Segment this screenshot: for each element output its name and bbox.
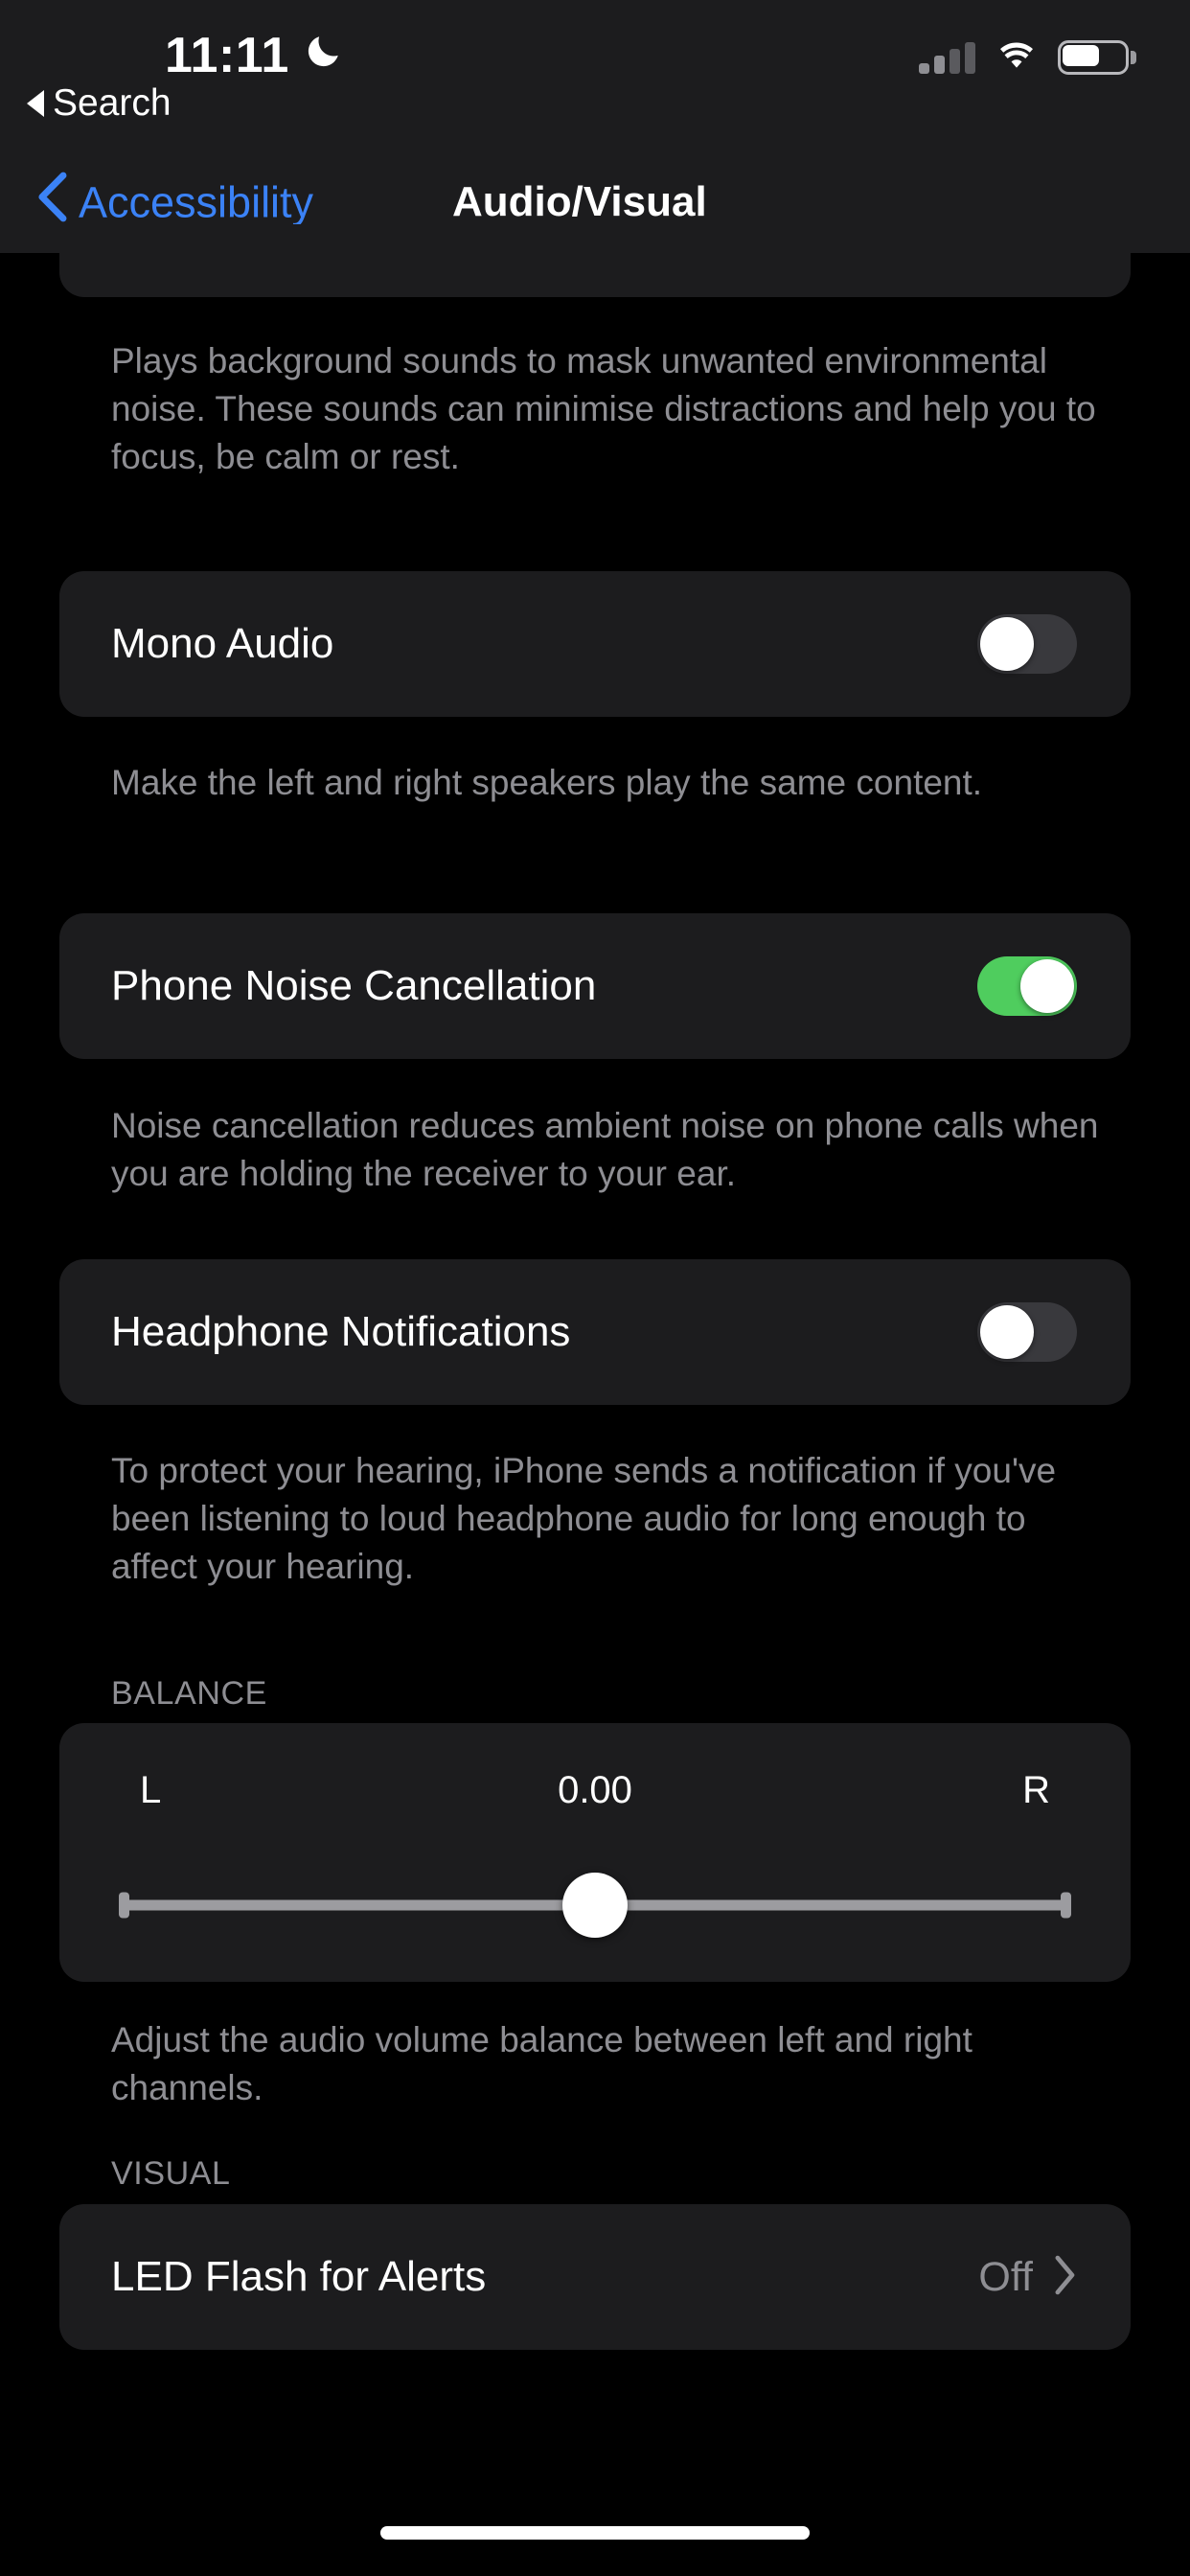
phone-noise-cancellation-label: Phone Noise Cancellation [111,962,597,1009]
led-flash-value-group: Off [978,2254,1077,2301]
back-to-search-label: Search [53,82,172,124]
led-flash-card[interactable]: LED Flash for Alerts Off [59,2204,1131,2350]
triangle-left-icon [27,90,44,117]
mono-audio-toggle[interactable] [977,614,1077,674]
wifi-icon [995,38,1039,76]
page-title: Audio/Visual [452,178,707,225]
headphone-notifications-row[interactable]: Headphone Notifications [59,1259,1131,1405]
toggle-knob [1020,959,1074,1013]
balance-footnote: Adjust the audio volume balance between … [111,2020,973,2107]
back-button-label: Accessibility [79,177,314,226]
visual-section-header: VISUAL [111,2155,231,2192]
background-sounds-footnote: Plays background sounds to mask unwanted… [111,341,1096,476]
background-sounds-card-clipped[interactable] [59,224,1131,297]
toggle-knob [980,1305,1034,1359]
phone-noise-cancellation-toggle[interactable] [977,956,1077,1016]
balance-labels: L 0.00 R [59,1769,1131,1812]
led-flash-value: Off [978,2253,1033,2300]
balance-section-header: BALANCE [111,1675,267,1712]
headphone-notifications-toggle[interactable] [977,1302,1077,1362]
slider-thumb[interactable] [562,1873,628,1938]
phone-noise-cancellation-footnote: Noise cancellation reduces ambient noise… [111,1106,1099,1193]
balance-left-label: L [140,1769,162,1811]
chevron-right-icon [1054,2255,1077,2300]
battery-icon [1058,39,1136,75]
home-indicator [380,2526,810,2540]
mono-audio-footnote: Make the left and right speakers play th… [111,763,983,802]
settings-scroll-view[interactable]: Plays background sounds to mask unwanted… [0,224,1190,2576]
cellular-signal-icon [919,41,975,74]
crescent-moon-icon [303,27,343,84]
headphone-notifications-label: Headphone Notifications [111,1308,571,1355]
status-bar-clock: 11:11 [165,28,289,83]
mono-audio-card[interactable]: Mono Audio [59,571,1131,717]
led-flash-for-alerts-row[interactable]: LED Flash for Alerts Off [59,2204,1131,2350]
phone-noise-cancellation-card[interactable]: Phone Noise Cancellation [59,913,1131,1059]
mono-audio-label: Mono Audio [111,620,334,667]
headphone-notifications-card[interactable]: Headphone Notifications [59,1259,1131,1405]
status-bar: 11:11 [0,0,1190,151]
mono-audio-row[interactable]: Mono Audio [59,571,1131,717]
balance-value: 0.00 [558,1769,632,1811]
balance-card[interactable]: L 0.00 R [59,1723,1131,1982]
slider-left-cap [119,1892,129,1919]
led-flash-for-alerts-label: LED Flash for Alerts [111,2253,487,2300]
toggle-knob [980,617,1034,671]
slider-right-cap [1061,1892,1071,1919]
balance-right-label: R [1022,1769,1050,1811]
status-bar-time-group: 11:11 [165,27,343,84]
headphone-notifications-footnote: To protect your hearing, iPhone sends a … [111,1451,1057,1586]
phone-noise-cancellation-row[interactable]: Phone Noise Cancellation [59,913,1131,1059]
balance-slider[interactable] [119,1867,1071,1944]
status-bar-indicators [919,38,1136,76]
back-to-search-button[interactable]: Search [27,82,172,125]
